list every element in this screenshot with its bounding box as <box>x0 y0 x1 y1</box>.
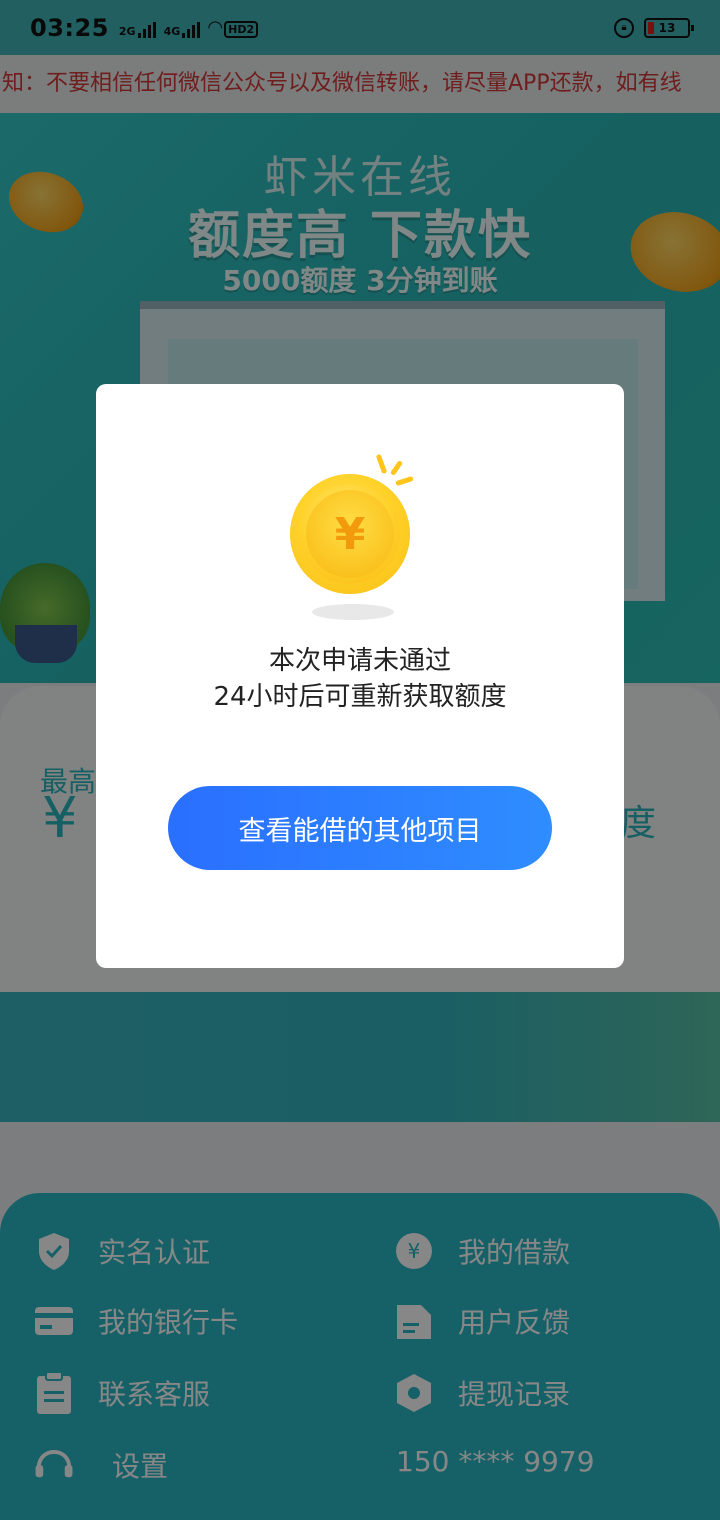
sparkle-decoration <box>395 475 414 487</box>
yen-coin-icon: ¥ <box>290 474 410 594</box>
sparkle-decoration <box>389 460 404 476</box>
coin-symbol: ¥ <box>334 508 366 560</box>
sparkle-decoration <box>375 453 388 475</box>
coin-shadow <box>312 604 394 620</box>
view-other-projects-button[interactable]: 查看能借的其他项目 <box>168 786 552 870</box>
dialog-message-detail: 24小时后可重新获取额度 <box>213 682 507 712</box>
dialog-message-title: 本次申请未通过 <box>268 646 451 676</box>
application-result-dialog: ¥ 本次申请未通过 24小时后可重新获取额度 查看能借的其他项目 <box>96 384 624 968</box>
